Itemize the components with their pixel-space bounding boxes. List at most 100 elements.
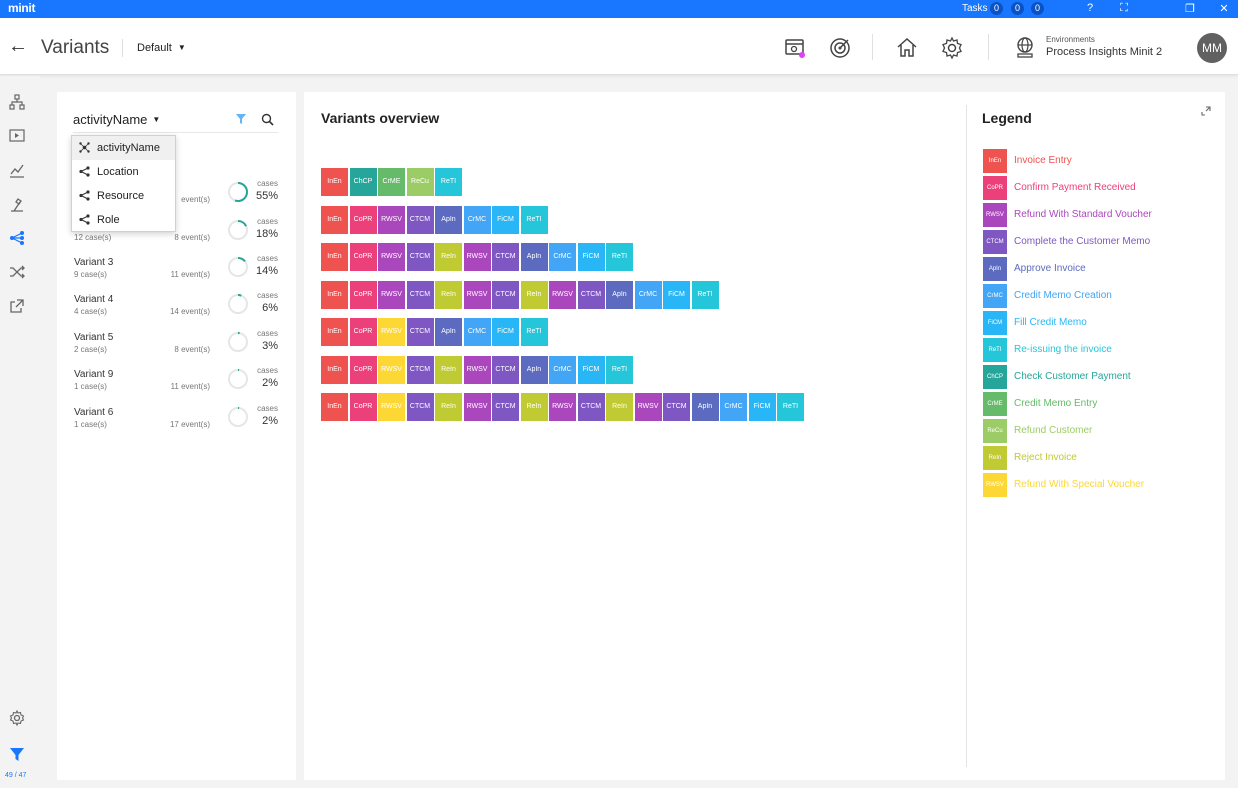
activity-tile[interactable]: ReCu xyxy=(406,168,434,196)
activity-tile[interactable]: RWSV xyxy=(634,393,662,421)
activity-tile[interactable]: CTCM xyxy=(577,393,605,421)
filter-icon[interactable] xyxy=(9,746,25,762)
activity-tile[interactable]: FiCM xyxy=(577,356,605,384)
activity-tile[interactable]: ReTI xyxy=(691,281,719,309)
screen-settings-icon[interactable] xyxy=(783,36,807,60)
gear-icon[interactable] xyxy=(9,710,25,726)
dropdown-item-location[interactable]: Location xyxy=(72,160,175,184)
activity-tile[interactable]: CTCM xyxy=(406,243,434,271)
activity-tile[interactable]: CoPR xyxy=(349,281,377,309)
activity-tile[interactable]: CTCM xyxy=(406,356,434,384)
environment-globe-icon[interactable] xyxy=(1013,36,1037,60)
expand-icon[interactable] xyxy=(1201,106,1211,116)
activity-tile[interactable]: CTCM xyxy=(663,393,690,421)
activity-tile[interactable]: CrMC xyxy=(634,281,662,309)
activity-tile[interactable]: CrMC xyxy=(463,206,491,234)
activity-tile[interactable]: FiCM xyxy=(577,243,605,271)
close-button[interactable]: ✕ xyxy=(1217,2,1231,15)
variant-item[interactable]: Variant 3 9 case(s) 11 event(s) cases 14% xyxy=(57,254,296,293)
tasks-label[interactable]: Tasks xyxy=(962,3,988,14)
activity-tile[interactable]: CrMC xyxy=(549,243,576,271)
chart-icon[interactable] xyxy=(9,162,25,178)
activity-tile[interactable]: ReTI xyxy=(520,318,548,346)
activity-tile[interactable]: CrMC xyxy=(549,356,576,384)
task-count-queued[interactable]: 0 xyxy=(1011,2,1024,15)
shuffle-icon[interactable] xyxy=(9,264,25,280)
target-icon[interactable] xyxy=(828,36,852,60)
activity-tile[interactable]: CoPR xyxy=(349,393,377,421)
activity-tile[interactable]: RWSV xyxy=(378,356,405,384)
view-select[interactable]: Default ▼ xyxy=(137,42,186,54)
variant-item[interactable]: Variant 5 2 case(s) 8 event(s) cases 3% xyxy=(57,329,296,368)
variants-icon[interactable] xyxy=(9,230,25,246)
activity-tile[interactable]: ReTI xyxy=(777,393,804,421)
activity-tile[interactable]: RWSV xyxy=(378,206,405,234)
activity-tile[interactable]: RWSV xyxy=(463,243,491,271)
activity-tile[interactable]: ApIn xyxy=(606,281,633,309)
activity-tile[interactable]: CrMC xyxy=(463,318,491,346)
activity-tile[interactable]: ReTI xyxy=(606,356,633,384)
activity-tile[interactable]: CTCM xyxy=(406,281,434,309)
activity-tile[interactable]: FiCM xyxy=(663,281,690,309)
activity-tile[interactable]: RWSV xyxy=(549,281,576,309)
activity-tile[interactable]: CTCM xyxy=(406,393,434,421)
activity-tile[interactable]: ReTI xyxy=(606,243,633,271)
activity-tile[interactable]: InEn xyxy=(321,393,348,421)
activity-tile[interactable]: ReIn xyxy=(435,356,462,384)
activity-tile[interactable]: ChCP xyxy=(349,168,377,196)
activity-tile[interactable]: CoPR xyxy=(349,206,377,234)
activity-tile[interactable]: ReIn xyxy=(435,393,462,421)
activity-tile[interactable]: InEn xyxy=(321,168,348,196)
activity-tile[interactable]: RWSV xyxy=(463,281,491,309)
activity-tile[interactable]: FiCM xyxy=(748,393,776,421)
activity-tile[interactable]: ReTI xyxy=(520,206,548,234)
activity-tile[interactable]: InEn xyxy=(321,318,348,346)
variant-item[interactable]: Variant 4 4 case(s) 14 event(s) cases 6% xyxy=(57,291,296,330)
activity-tile[interactable]: FiCM xyxy=(492,206,519,234)
activity-tile[interactable]: ReIn xyxy=(435,281,462,309)
variant-item[interactable]: Variant 9 1 case(s) 11 event(s) cases 2% xyxy=(57,366,296,405)
activity-tile[interactable]: ApIn xyxy=(691,393,719,421)
activity-tile[interactable]: InEn xyxy=(321,206,348,234)
attribute-select[interactable]: activityName ▼ xyxy=(73,112,160,127)
activity-tile[interactable]: FiCM xyxy=(492,318,519,346)
activity-tile[interactable]: CoPR xyxy=(349,243,377,271)
activity-tile[interactable]: CoPR xyxy=(349,318,377,346)
search-icon[interactable] xyxy=(261,113,274,126)
activity-tile[interactable]: ApIn xyxy=(435,206,462,234)
activity-tile[interactable]: ReIn xyxy=(435,243,462,271)
variant-item[interactable]: Variant 6 1 case(s) 17 event(s) cases 2% xyxy=(57,404,296,443)
activity-tile[interactable]: ReIn xyxy=(520,393,548,421)
task-count-running[interactable]: 0 xyxy=(990,2,1003,15)
activity-tile[interactable]: RWSV xyxy=(378,393,405,421)
dropdown-item-activityname[interactable]: activityName xyxy=(72,136,175,160)
activity-tile[interactable]: CrMC xyxy=(720,393,747,421)
dropdown-item-role[interactable]: Role xyxy=(72,208,175,232)
activity-tile[interactable]: ReIn xyxy=(520,281,548,309)
back-arrow-icon[interactable]: ← xyxy=(8,36,28,56)
activity-tile[interactable]: InEn xyxy=(321,356,348,384)
restore-button[interactable]: ❐ xyxy=(1183,2,1197,15)
activity-tile[interactable]: ReTI xyxy=(435,168,462,196)
fullscreen-button[interactable]: ⛶ xyxy=(1117,2,1131,15)
activity-tile[interactable]: InEn xyxy=(321,281,348,309)
activity-tile[interactable]: ApIn xyxy=(520,243,548,271)
activity-tile[interactable]: InEn xyxy=(321,243,348,271)
avatar[interactable]: MM xyxy=(1197,33,1227,63)
activity-tile[interactable]: CTCM xyxy=(492,356,519,384)
activity-tile[interactable]: CoPR xyxy=(349,356,377,384)
activity-tile[interactable]: CTCM xyxy=(492,281,519,309)
activity-tile[interactable]: CTCM xyxy=(406,206,434,234)
activity-tile[interactable]: RWSV xyxy=(378,281,405,309)
export-icon[interactable] xyxy=(9,298,25,314)
dropdown-item-resource[interactable]: Resource xyxy=(72,184,175,208)
activity-tile[interactable]: CTCM xyxy=(492,243,519,271)
activity-tile[interactable]: CTCM xyxy=(492,393,519,421)
activity-tile[interactable]: RWSV xyxy=(549,393,576,421)
help-button[interactable]: ? xyxy=(1083,2,1097,14)
microscope-icon[interactable] xyxy=(9,196,25,212)
task-count-done[interactable]: 0 xyxy=(1031,2,1044,15)
activity-tile[interactable]: CrME xyxy=(378,168,405,196)
environment-name[interactable]: Process Insights Minit 2 xyxy=(1046,46,1162,58)
process-map-icon[interactable] xyxy=(9,94,25,110)
